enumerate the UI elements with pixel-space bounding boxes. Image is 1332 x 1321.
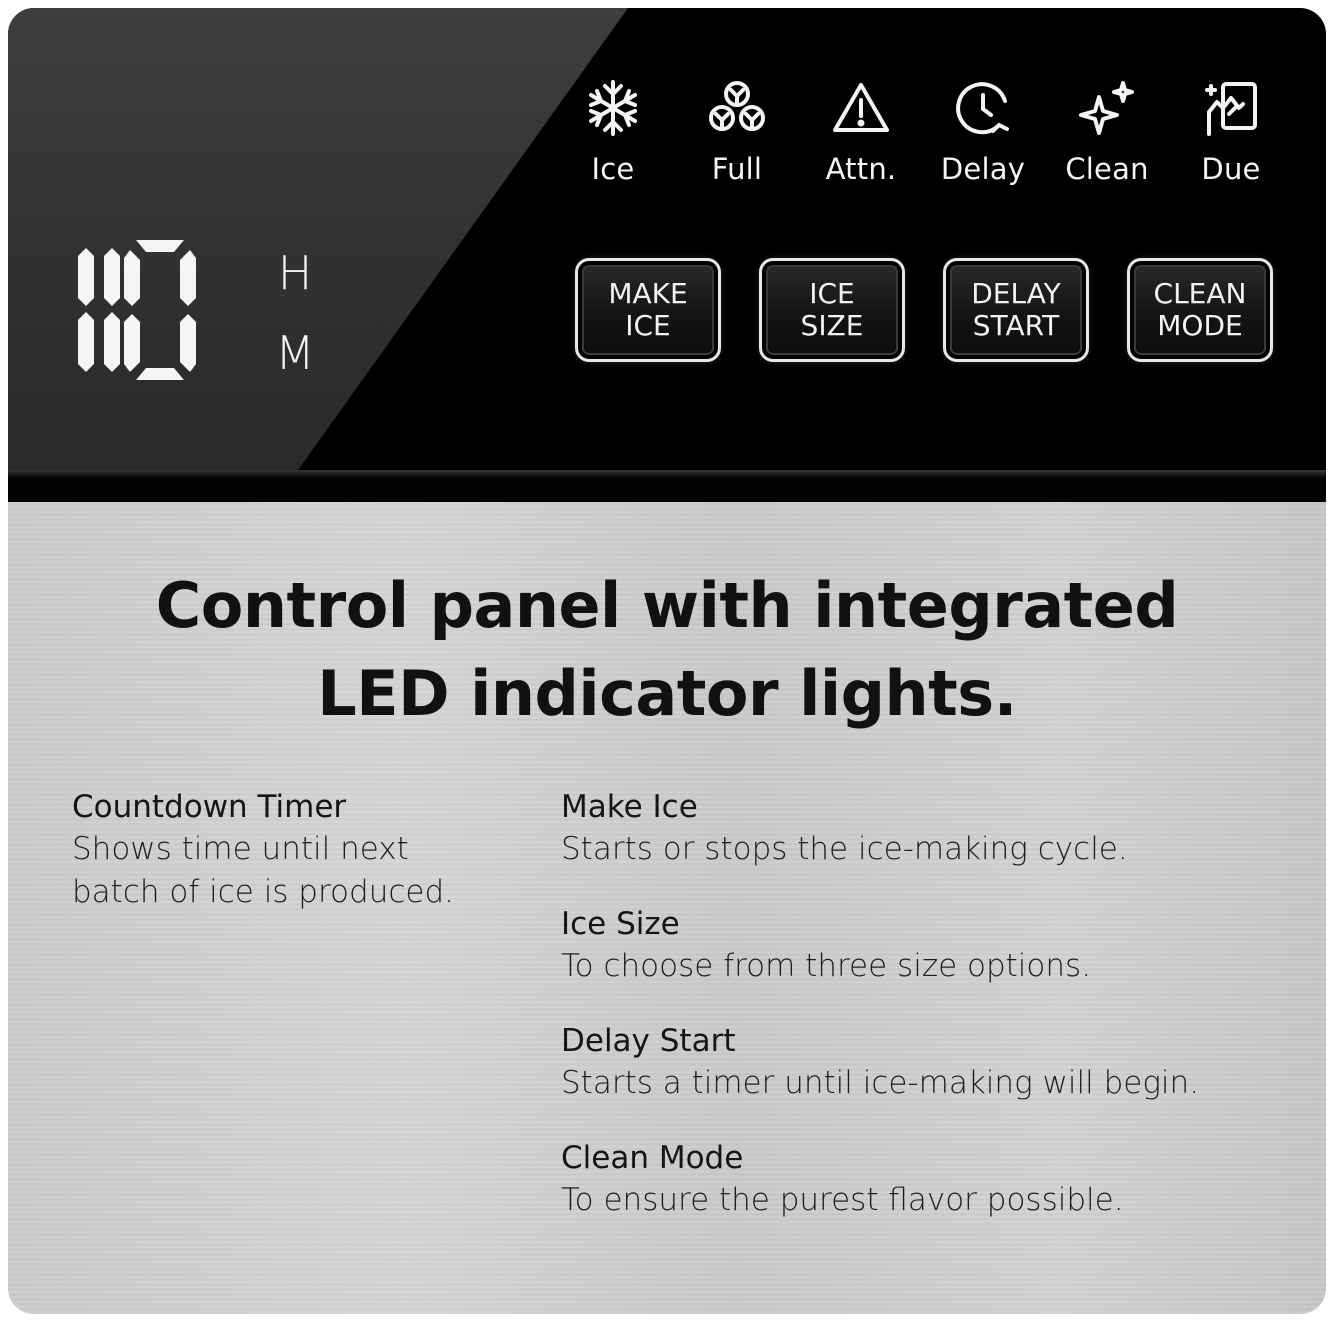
led-segment xyxy=(78,312,94,372)
indicator-label: Clean xyxy=(1065,152,1149,186)
indicator-label: Attn. xyxy=(825,152,897,186)
led-segment xyxy=(136,240,184,252)
indicator-label: Due xyxy=(1201,152,1261,186)
indicator-label: Ice xyxy=(591,152,635,186)
feature-title: Countdown Timer xyxy=(72,789,347,825)
led-segment xyxy=(104,248,120,306)
led-segment xyxy=(78,248,94,306)
feature-description: Starts a timer until ice-making will beg… xyxy=(561,1065,1200,1101)
led-segment xyxy=(180,250,196,306)
feature-title: Delay Start xyxy=(561,1023,736,1059)
indicator-attention: Attn. xyxy=(806,76,916,186)
control-panel: H M Ice Full Attn. Delay Clean Due MAKE … xyxy=(8,8,1326,470)
indicator-full: Full xyxy=(682,76,792,186)
feature-title: Ice Size xyxy=(561,906,680,942)
clean-mode-button[interactable]: CLEAN MODE xyxy=(1127,258,1273,362)
make-ice-button[interactable]: MAKE ICE xyxy=(575,258,721,362)
ice-cubes-icon xyxy=(682,76,792,140)
indicator-clean: Clean xyxy=(1052,76,1162,186)
feature-delay-start: Delay Start Starts a timer until ice-mak… xyxy=(561,1020,1321,1105)
feature-description: Shows time until next batch of ice is pr… xyxy=(72,831,454,910)
indicator-due: Due xyxy=(1176,76,1286,186)
feature-description: To ensure the purest flavor possible. xyxy=(561,1182,1124,1218)
feature-title: Clean Mode xyxy=(561,1140,744,1176)
led-segment xyxy=(124,250,140,306)
hand-clean-icon xyxy=(1176,76,1286,140)
feature-ice-size: Ice Size To choose from three size optio… xyxy=(561,903,1321,988)
countdown-led-display xyxy=(78,240,196,380)
snowflake-icon xyxy=(558,76,668,140)
feature-description: Starts or stops the ice-making cycle. xyxy=(561,831,1128,867)
panel-edge xyxy=(8,470,1326,502)
led-segment xyxy=(104,312,120,372)
feature-clean-mode: Clean Mode To ensure the purest flavor p… xyxy=(561,1137,1321,1222)
clock-delay-icon xyxy=(928,76,1038,140)
feature-make-ice: Make Ice Starts or stops the ice-making … xyxy=(561,786,1321,871)
feature-title: Make Ice xyxy=(561,789,698,825)
feature-countdown-timer: Countdown Timer Shows time until next ba… xyxy=(72,786,472,914)
indicator-label: Full xyxy=(711,152,763,186)
hours-unit-label: H xyxy=(277,246,313,300)
warning-triangle-icon xyxy=(806,76,916,140)
headline: Control panel with integrated LED indica… xyxy=(155,569,1179,730)
features-right-column: Make Ice Starts or stops the ice-making … xyxy=(561,786,1321,1254)
delay-start-button[interactable]: DELAY START xyxy=(943,258,1089,362)
product-card: H M Ice Full Attn. Delay Clean Due MAKE … xyxy=(8,8,1326,1314)
led-segment xyxy=(180,314,196,372)
indicator-delay: Delay xyxy=(928,76,1038,186)
indicator-label: Delay xyxy=(940,152,1026,186)
indicator-ice: Ice xyxy=(558,76,668,186)
led-segment xyxy=(124,314,140,372)
ice-size-button[interactable]: ICE SIZE xyxy=(759,258,905,362)
led-segment xyxy=(136,368,184,380)
minutes-unit-label: M xyxy=(275,326,315,380)
feature-description: To choose from three size options. xyxy=(561,948,1092,984)
features-left-column: Countdown Timer Shows time until next ba… xyxy=(72,786,472,946)
sparkle-icon xyxy=(1052,76,1162,140)
